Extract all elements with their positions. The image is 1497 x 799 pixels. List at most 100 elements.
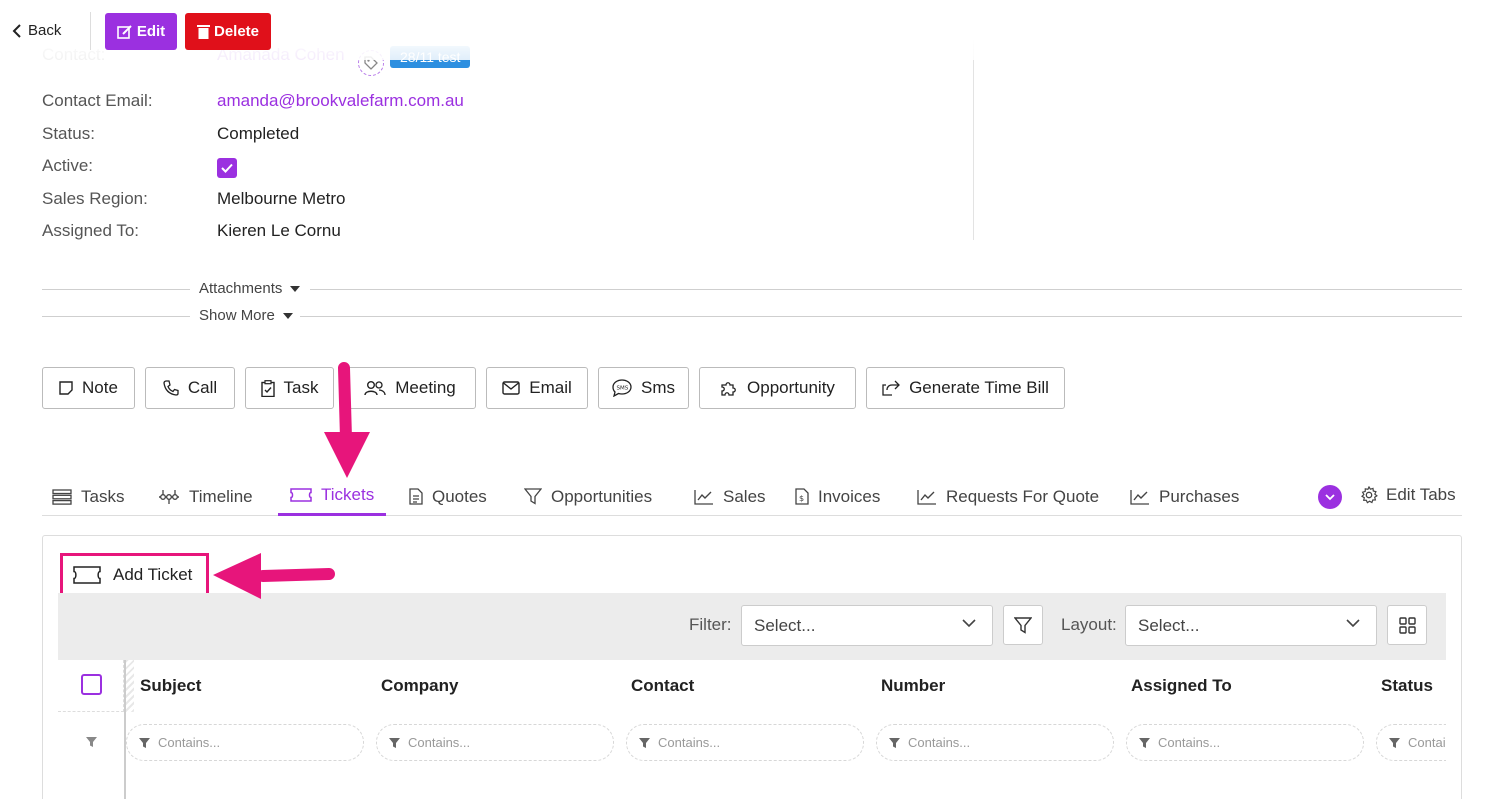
attachments-label: Attachments (199, 280, 283, 297)
opportunity-button[interactable]: Opportunity (699, 367, 856, 409)
check-icon (221, 163, 233, 173)
select-all-checkbox[interactable] (81, 674, 102, 695)
caret-down-icon (290, 285, 301, 292)
note-label: Note (82, 378, 118, 397)
line-chart-icon (694, 489, 713, 505)
status-value: Completed (217, 124, 300, 143)
ticket-icon (290, 488, 312, 502)
sms-bubble-icon: SMS (612, 379, 632, 397)
filter-button[interactable] (1003, 605, 1043, 645)
filter-select[interactable]: Select... (741, 605, 993, 646)
tab-tasks-label: Tasks (81, 486, 125, 506)
delete-button[interactable]: Delete (185, 13, 271, 50)
opportunity-label: Opportunity (747, 378, 835, 397)
column-header-number[interactable]: Number (881, 676, 945, 696)
caret-down-icon (282, 312, 293, 319)
sms-button[interactable]: SMS Sms (598, 367, 689, 409)
email-label: Email (529, 378, 572, 397)
back-button[interactable]: Back (12, 22, 61, 39)
invoice-icon: $ (795, 488, 809, 505)
top-toolbar: Back Edit Delete (0, 0, 1497, 60)
ticket-icon (73, 566, 101, 584)
chevron-down-icon (1325, 493, 1335, 500)
time-bill-label: Generate Time Bill (909, 378, 1049, 397)
attachments-toggle[interactable]: Attachments (199, 280, 301, 297)
tab-purchases[interactable]: Purchases (1130, 477, 1239, 516)
column-header-contact[interactable]: Contact (631, 676, 694, 696)
filter-placeholder: Contains... (1158, 735, 1221, 750)
tab-rfq-label: Requests For Quote (946, 486, 1100, 506)
generate-time-bill-button[interactable]: Generate Time Bill (866, 367, 1065, 409)
tab-opportunities[interactable]: Opportunities (524, 477, 652, 516)
svg-text:$: $ (799, 494, 804, 503)
tab-quotes[interactable]: Quotes (409, 477, 487, 516)
column-header-subject[interactable]: Subject (140, 676, 201, 696)
tickets-grid: Subject Company Contact Number Assigned … (58, 660, 1446, 799)
show-more-label: Show More (199, 307, 275, 324)
tab-sales-label: Sales (723, 486, 766, 506)
annotation-arrow-down (324, 362, 370, 478)
column-resize-handle[interactable] (126, 660, 134, 712)
funnel-icon (524, 488, 542, 505)
call-button[interactable]: Call (145, 367, 235, 409)
assigned-to-filter-input[interactable]: Contains... (1126, 724, 1364, 761)
back-label: Back (28, 22, 62, 39)
funnel-icon (889, 737, 900, 748)
tab-requests-for-quote[interactable]: Requests For Quote (917, 477, 1099, 516)
trend-chart-icon (917, 489, 936, 505)
funnel-icon (1389, 737, 1400, 748)
edit-tabs-button[interactable]: Edit Tabs (1360, 485, 1456, 505)
gear-icon (1361, 486, 1378, 504)
show-more-toggle[interactable]: Show More (199, 307, 293, 324)
edit-button[interactable]: Edit (105, 13, 177, 50)
document-icon (409, 488, 423, 505)
chevron-down-icon (1346, 619, 1360, 628)
tab-bar: Tasks Timeline Tickets Quotes Opportunit… (42, 477, 1462, 516)
active-checkbox[interactable] (217, 158, 237, 178)
attachments-section[interactable]: Attachments (42, 279, 1462, 299)
funnel-icon (639, 737, 650, 748)
column-header-company[interactable]: Company (381, 676, 458, 696)
assigned-label: Assigned To: (42, 221, 140, 240)
funnel-icon (86, 737, 97, 747)
more-tabs-button[interactable] (1318, 485, 1342, 509)
tab-quotes-label: Quotes (432, 486, 487, 506)
filter-label: Filter: (689, 615, 732, 634)
chevron-left-icon (12, 23, 21, 38)
number-filter-input[interactable]: Contains... (876, 724, 1114, 761)
trend-chart-icon (1130, 489, 1149, 505)
trash-icon (196, 25, 210, 39)
tab-invoices-label: Invoices (818, 486, 881, 506)
company-filter-input[interactable]: Contains... (376, 724, 614, 761)
email-button[interactable]: Email (486, 367, 588, 409)
status-filter-input[interactable]: Contains... (1376, 724, 1446, 761)
tab-timeline[interactable]: Timeline (158, 477, 253, 516)
subject-filter-input[interactable]: Contains... (126, 724, 364, 761)
envelope-icon (502, 381, 520, 395)
tab-tasks[interactable]: Tasks (52, 477, 124, 516)
filter-select-value: Select... (754, 615, 816, 635)
task-label: Task (283, 378, 319, 397)
show-more-section[interactable]: Show More (42, 306, 1462, 326)
tab-timeline-label: Timeline (189, 486, 253, 506)
share-icon (882, 380, 900, 396)
tab-sales[interactable]: Sales (694, 477, 766, 516)
filter-placeholder: Contains... (1408, 735, 1446, 750)
funnel-icon (389, 737, 400, 748)
note-button[interactable]: Note (42, 367, 135, 409)
layout-select[interactable]: Select... (1125, 605, 1377, 646)
call-label: Call (187, 378, 218, 397)
add-ticket-button[interactable]: Add Ticket (60, 553, 209, 597)
layout-grid-button[interactable] (1387, 605, 1427, 645)
filter-placeholder: Contains... (908, 735, 971, 750)
edit-tabs-label: Edit Tabs (1386, 485, 1456, 504)
column-header-assigned-to[interactable]: Assigned To (1131, 676, 1232, 696)
svg-text:SMS: SMS (617, 386, 629, 392)
phone-icon (163, 380, 179, 396)
contact-filter-input[interactable]: Contains... (626, 724, 864, 761)
email-link[interactable]: amanda@brookvalefarm.com.au (217, 91, 464, 111)
region-label: Sales Region: (42, 189, 148, 208)
tab-invoices[interactable]: $ Invoices (795, 477, 880, 516)
column-header-status[interactable]: Status (1381, 676, 1433, 696)
filter-placeholder: Contains... (658, 735, 721, 750)
